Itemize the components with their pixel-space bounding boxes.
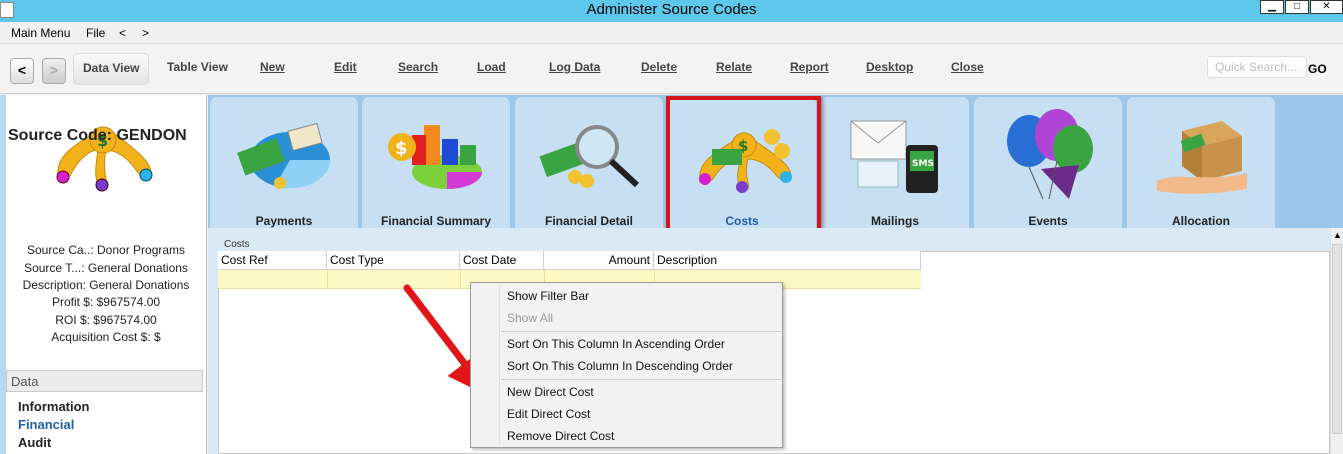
nav-audit[interactable]: Audit bbox=[18, 435, 51, 450]
menu-show-filter-bar[interactable]: Show Filter Bar bbox=[507, 289, 589, 303]
column-cost-type[interactable]: Cost Type bbox=[327, 251, 460, 270]
log-data-button[interactable]: Log Data bbox=[549, 60, 600, 74]
go-button[interactable]: GO bbox=[1308, 62, 1327, 76]
menu-back[interactable]: < bbox=[119, 26, 126, 40]
edit-button[interactable]: Edit bbox=[334, 60, 357, 74]
svg-text:$: $ bbox=[395, 138, 408, 159]
delete-button[interactable]: Delete bbox=[641, 60, 677, 74]
desktop-button[interactable]: Desktop bbox=[866, 60, 913, 74]
back-button[interactable]: < bbox=[10, 58, 34, 84]
allocation-icon bbox=[1157, 121, 1247, 194]
new-button[interactable]: New bbox=[260, 60, 285, 74]
menu-forward[interactable]: > bbox=[142, 26, 149, 40]
report-button[interactable]: Report bbox=[790, 60, 829, 74]
tab-financial-detail-label: Financial Detail bbox=[544, 214, 634, 228]
column-amount[interactable]: Amount bbox=[544, 251, 654, 270]
financial-summary-icon: $ bbox=[388, 125, 482, 189]
summary-type: Source T...: General Donations bbox=[24, 261, 188, 275]
title-bar: Administer Source Codes ▁ □ ✕ bbox=[0, 0, 1343, 22]
data-section-header: Data bbox=[6, 370, 203, 392]
menu-sort-ascending[interactable]: Sort On This Column In Ascending Order bbox=[507, 337, 725, 351]
scroll-up-arrow-icon[interactable]: ▲ bbox=[1333, 230, 1342, 240]
column-cost-date[interactable]: Cost Date bbox=[460, 251, 544, 270]
tab-financial-detail[interactable]: Financial Detail bbox=[515, 97, 663, 228]
context-menu: Show Filter Bar Show All Sort On This Co… bbox=[470, 282, 783, 448]
toolbar: < > Data View Table View New Edit Search… bbox=[0, 44, 1343, 94]
summary-profit: Profit $: $967574.00 bbox=[51, 295, 161, 309]
load-button[interactable]: Load bbox=[477, 60, 506, 74]
mailings-icon: SMS bbox=[850, 120, 938, 193]
menu-show-all[interactable]: Show All bbox=[507, 311, 553, 325]
payments-icon bbox=[237, 122, 331, 189]
tab-mailings-label: Mailings bbox=[870, 214, 919, 228]
column-description[interactable]: Description bbox=[654, 251, 921, 270]
tab-financial-summary-label: Financial Summary bbox=[380, 214, 492, 228]
search-button[interactable]: Search bbox=[398, 60, 438, 74]
summary-category: Source Ca..: Donor Programs bbox=[26, 243, 186, 257]
vertical-scrollbar[interactable]: ▲ bbox=[1330, 228, 1343, 454]
svg-text:SMS: SMS bbox=[912, 159, 934, 169]
scroll-thumb[interactable] bbox=[1332, 244, 1342, 434]
maximize-button[interactable]: □ bbox=[1285, 0, 1309, 14]
tab-payments-label: Payments bbox=[255, 214, 313, 228]
tab-payments[interactable]: Payments bbox=[210, 97, 358, 228]
tab-allocation-label: Allocation bbox=[1171, 214, 1230, 228]
table-view-button[interactable]: Table View bbox=[167, 60, 228, 74]
events-icon bbox=[1007, 109, 1093, 200]
menu-sort-descending[interactable]: Sort On This Column In Descending Order bbox=[507, 359, 733, 373]
window-title: Administer Source Codes bbox=[586, 1, 757, 18]
menu-main-menu[interactable]: Main Menu bbox=[11, 26, 70, 40]
menu-new-direct-cost[interactable]: New Direct Cost bbox=[507, 385, 594, 399]
close-button[interactable]: Close bbox=[951, 60, 984, 74]
grid-caption: Costs bbox=[224, 239, 250, 250]
costs-tab-highlight-box bbox=[666, 96, 821, 235]
close-window-button[interactable]: ✕ bbox=[1310, 0, 1343, 14]
source-code-title: Source Code: GENDON bbox=[8, 127, 187, 144]
summary-description: Description: General Donations bbox=[22, 278, 190, 292]
tab-events[interactable]: Events bbox=[974, 97, 1122, 228]
summary-acquisition-cost: Acquisition Cost $: $ bbox=[51, 330, 161, 344]
source-code-icon: $ bbox=[56, 126, 153, 192]
nav-information[interactable]: Information bbox=[18, 399, 90, 414]
tab-mailings[interactable]: SMS Mailings bbox=[821, 97, 969, 228]
tab-financial-summary[interactable]: $ Financial Summary bbox=[362, 97, 510, 228]
column-cost-ref[interactable]: Cost Ref bbox=[218, 251, 327, 270]
data-view-button[interactable]: Data View bbox=[73, 53, 150, 85]
financial-detail-icon bbox=[539, 125, 640, 188]
quick-search-input[interactable]: Quick Search.... bbox=[1207, 56, 1307, 78]
tab-allocation[interactable]: Allocation bbox=[1127, 97, 1275, 228]
menu-edit-direct-cost[interactable]: Edit Direct Cost bbox=[507, 407, 590, 421]
relate-button[interactable]: Relate bbox=[716, 60, 752, 74]
menu-remove-direct-cost[interactable]: Remove Direct Cost bbox=[507, 429, 614, 443]
menu-bar: Main Menu File < > bbox=[0, 22, 1343, 44]
menu-file[interactable]: File bbox=[86, 26, 105, 40]
forward-button[interactable]: > bbox=[42, 58, 66, 84]
summary-roi: ROI $: $967574.00 bbox=[55, 313, 157, 327]
tab-events-label: Events bbox=[1028, 214, 1068, 228]
minimize-button[interactable]: ▁ bbox=[1260, 0, 1284, 14]
nav-financial[interactable]: Financial bbox=[18, 417, 74, 432]
